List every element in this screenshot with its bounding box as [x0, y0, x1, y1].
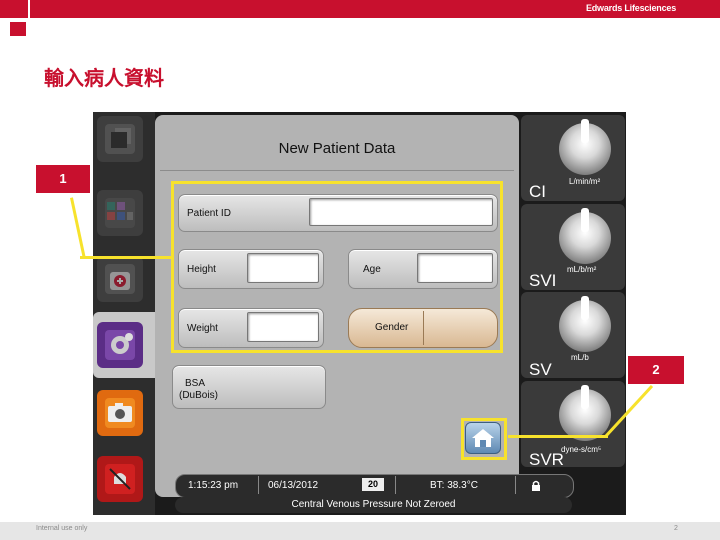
- callout-line-1: [70, 197, 86, 257]
- bsa-label: BSA: [185, 378, 206, 389]
- slide-title: 輸入病人資料: [44, 66, 164, 90]
- param-name: SVI: [529, 271, 557, 290]
- knob-pointer: [581, 296, 589, 320]
- clinical-actions-button[interactable]: [97, 116, 143, 162]
- knob-pointer: [581, 208, 589, 232]
- gear-icon: [105, 330, 135, 360]
- callout-line-1b: [80, 256, 172, 259]
- page-number: 2: [674, 525, 678, 532]
- callout-badge-1: 1: [36, 165, 90, 193]
- bsa-button[interactable]: BSA (DuBois): [172, 365, 326, 409]
- param-unit: mL/b: [571, 353, 589, 362]
- param-unit: mL/b/m²: [567, 265, 597, 274]
- param-tile-ci[interactable]: L/min/m² CI: [521, 115, 625, 201]
- snapshot-button[interactable]: [97, 390, 143, 436]
- blood-temperature: BT: 38.3°C: [430, 480, 478, 491]
- bell-mute-icon: [105, 464, 135, 494]
- navigation-button[interactable]: [97, 190, 143, 236]
- callout-connector-2: [604, 384, 654, 438]
- clock: 1:15:23 pm: [188, 480, 239, 491]
- param-tile-sv[interactable]: mL/b SV: [521, 292, 625, 379]
- lock-icon[interactable]: [530, 479, 542, 497]
- panel-title: New Patient Data: [278, 140, 396, 157]
- day-indicator: 20: [362, 478, 384, 491]
- knob-pointer: [581, 119, 589, 143]
- param-name: CI: [529, 182, 546, 201]
- status-divider: [515, 476, 516, 494]
- knob-pointer: [581, 385, 589, 409]
- footer-bar: [0, 522, 720, 540]
- highlight-box-home: [461, 418, 507, 460]
- param-unit: L/min/m²: [569, 177, 601, 186]
- grid-icon: [105, 198, 135, 228]
- brand-bar-corner: [0, 0, 28, 18]
- param-unit: dyne-s/cm⁵: [561, 445, 602, 454]
- footer-text: Internal use only: [36, 525, 88, 532]
- highlight-box-fields: [171, 181, 503, 353]
- bsa-formula: (DuBois): [179, 390, 218, 401]
- param-name: SV: [529, 360, 552, 379]
- camera-icon: [105, 398, 135, 428]
- panel-divider: [160, 170, 514, 171]
- param-tile-svi[interactable]: mL/b/m² SVI: [521, 204, 625, 290]
- clinical-actions-icon: [105, 124, 135, 154]
- callout-line-2: [508, 435, 608, 438]
- alarm-silence-button[interactable]: [97, 456, 143, 502]
- brand-logo: Edwards Lifesciences: [585, 3, 676, 13]
- settings-button[interactable]: [97, 322, 143, 368]
- alert-message: Central Venous Pressure Not Zeroed: [291, 499, 456, 510]
- status-divider: [258, 476, 259, 494]
- status-divider: [395, 476, 396, 494]
- brand-square: [10, 22, 26, 36]
- plus-icon: [105, 264, 135, 294]
- param-name: SVR: [529, 450, 564, 469]
- date: 06/13/2012: [268, 480, 319, 491]
- intervention-button[interactable]: [97, 256, 143, 302]
